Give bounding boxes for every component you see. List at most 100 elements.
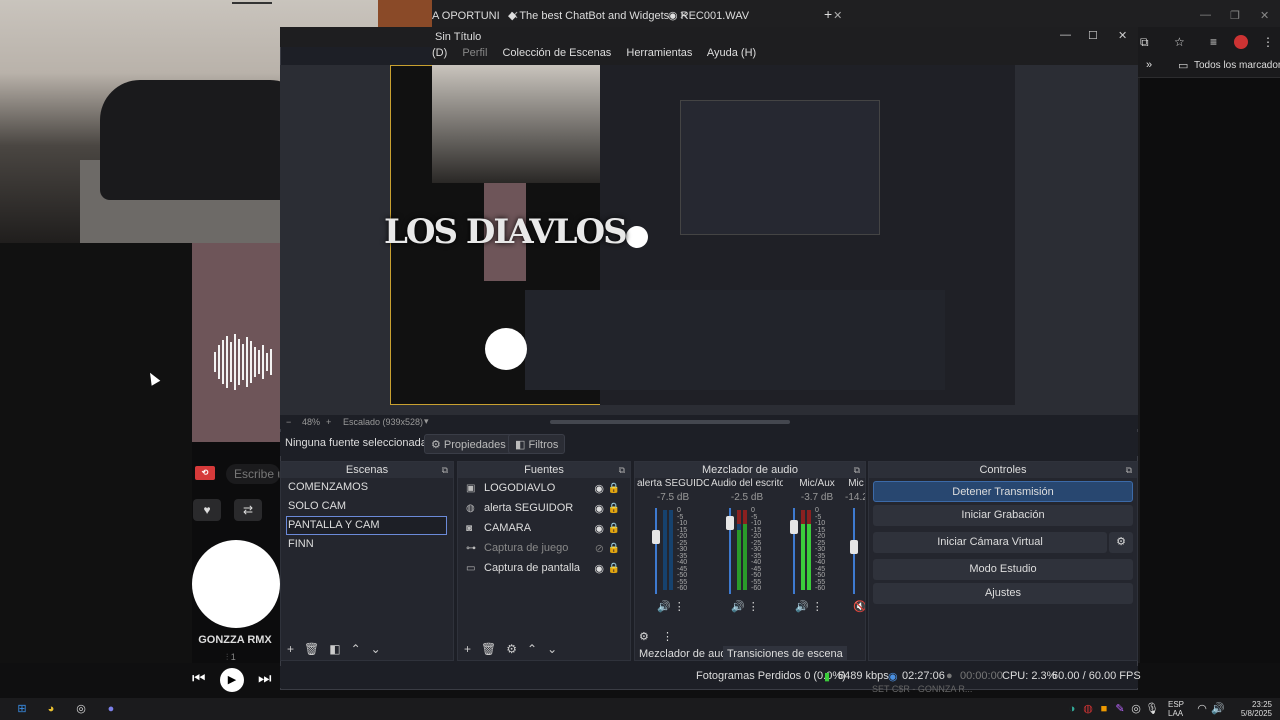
bookmark-star-icon[interactable]: ☆ xyxy=(1174,35,1185,49)
start-recording-button[interactable]: Iniciar Grabación xyxy=(873,505,1133,526)
new-tab-button[interactable]: + xyxy=(824,4,832,27)
kebab-menu-icon[interactable]: ⋮ xyxy=(812,601,823,613)
tab-oportuni[interactable]: A OPORTUNI ✕ xyxy=(432,4,519,27)
eye-icon[interactable]: ◉ xyxy=(594,502,604,515)
properties-button[interactable]: ⚙ Propiedades xyxy=(424,434,513,454)
zoom-out-icon[interactable]: − xyxy=(286,417,291,427)
trash-icon[interactable]: 🗑 xyxy=(304,642,319,656)
gear-icon[interactable]: ⚙ xyxy=(1109,532,1133,553)
next-icon[interactable]: ⏭ xyxy=(258,670,272,687)
menu-item-escenas[interactable]: Colección de Escenas xyxy=(502,47,611,59)
scene-item-selected[interactable]: PANTALLA Y CAM xyxy=(286,516,447,535)
chevron-up-icon[interactable]: ⌃ xyxy=(527,642,537,656)
add-icon[interactable]: + xyxy=(464,642,471,656)
chevron-down-icon[interactable]: ▾ xyxy=(424,416,429,427)
volume-icon[interactable]: 🔊 xyxy=(795,601,809,613)
lock-icon[interactable]: 🔒 xyxy=(608,483,620,494)
lock-icon[interactable]: 🔒 xyxy=(608,563,620,574)
chevron-up-icon[interactable]: ⌃ xyxy=(351,642,361,656)
fader-knob[interactable] xyxy=(726,516,734,530)
settings-button[interactable]: Ajustes xyxy=(873,583,1133,604)
volume-icon[interactable]: 🔊 xyxy=(731,601,745,613)
eye-icon[interactable]: ◉ xyxy=(594,522,604,535)
chevron-right-icon[interactable]: » xyxy=(1146,59,1152,71)
tray-icon[interactable]: ◎ xyxy=(1128,701,1144,717)
tray-icon[interactable]: ■ xyxy=(1096,701,1112,717)
tab-audio-mixer[interactable]: Mezclador de audio xyxy=(639,648,735,660)
repost-button[interactable]: ⇄ xyxy=(234,499,262,521)
source-item[interactable]: ▣ LOGODIAVLO ◉ 🔒 xyxy=(458,478,630,498)
extensions-icon[interactable]: ⧉ xyxy=(1140,35,1149,50)
clock[interactable]: 23:25 5/8/2025 xyxy=(1232,700,1272,718)
tray-icon[interactable]: ◍ xyxy=(1080,701,1096,717)
filter-icon[interactable]: ◧ xyxy=(329,642,340,656)
scene-item[interactable]: FINN xyxy=(281,535,453,554)
preview-scrollbar[interactable] xyxy=(550,420,790,424)
source-item[interactable]: ▭ Captura de pantalla ◉ 🔒 xyxy=(458,558,630,578)
add-icon[interactable]: + xyxy=(287,642,294,656)
eye-hidden-icon[interactable]: ⊘ xyxy=(595,542,604,555)
reading-list-icon[interactable]: ≡ xyxy=(1210,35,1217,49)
popout-icon[interactable]: ⧉ xyxy=(1126,462,1132,478)
lock-icon[interactable]: 🔒 xyxy=(608,523,620,534)
maximize-icon[interactable]: ☐ xyxy=(1088,29,1098,42)
kebab-menu-icon[interactable]: ⋮ xyxy=(748,601,759,613)
close-icon[interactable]: ✕ xyxy=(1118,29,1127,42)
chrome-icon[interactable]: ◕ xyxy=(43,701,59,717)
kebab-menu-icon[interactable]: ⋮ xyxy=(674,601,685,613)
menu-item-d[interactable]: (D) xyxy=(432,47,447,59)
tray-icon[interactable]: ✎ xyxy=(1112,701,1128,717)
close-icon[interactable]: ✕ xyxy=(833,10,842,22)
volume-icon[interactable]: 🔊 xyxy=(1210,701,1226,717)
menu-item-ayuda[interactable]: Ayuda (H) xyxy=(707,47,756,59)
fader-knob[interactable] xyxy=(850,540,858,554)
stop-streaming-button[interactable]: Detener Transmisión xyxy=(873,481,1133,502)
like-button[interactable]: ♥ xyxy=(193,499,221,521)
filters-button[interactable]: ◧ Filtros xyxy=(508,434,566,454)
minimize-icon[interactable]: — xyxy=(1060,29,1071,41)
profile-avatar[interactable] xyxy=(1234,35,1248,49)
zoom-in-icon[interactable]: + xyxy=(326,417,331,427)
chat-input[interactable]: Escribe u xyxy=(226,464,280,484)
gear-icon[interactable]: ⚙ xyxy=(639,631,649,643)
popout-icon[interactable]: ⧉ xyxy=(442,462,448,478)
eye-icon[interactable]: ◉ xyxy=(594,562,604,575)
chevron-down-icon[interactable]: ⌄ xyxy=(547,642,557,656)
tab-scene-transitions[interactable]: Transiciones de escena xyxy=(723,646,847,660)
windows-start-icon[interactable]: ⊞ xyxy=(14,701,30,717)
start-virtual-camera-button[interactable]: Iniciar Cámara Virtual xyxy=(873,532,1107,553)
source-item[interactable]: ⊶ Captura de juego ⊘ 🔒 xyxy=(458,538,630,558)
popout-icon[interactable]: ⧉ xyxy=(854,462,860,478)
app-icon[interactable]: ● xyxy=(103,701,119,717)
microphone-icon[interactable]: 🎙 xyxy=(1144,701,1160,717)
fader-knob[interactable] xyxy=(652,530,660,544)
wifi-icon[interactable]: ◠ xyxy=(1194,701,1210,717)
scene-item[interactable]: COMENZAMOS xyxy=(281,478,453,497)
play-button[interactable]: ▶ xyxy=(220,668,244,692)
minimize-icon[interactable]: — xyxy=(1200,4,1211,27)
lock-icon[interactable]: 🔒 xyxy=(608,543,620,554)
trash-icon[interactable]: 🗑 xyxy=(481,642,496,656)
eye-icon[interactable]: ◉ xyxy=(594,482,604,495)
source-item[interactable]: ◙ CAMARA ◉ 🔒 xyxy=(458,518,630,538)
kebab-menu-icon[interactable]: ⋮ xyxy=(662,631,673,643)
previous-icon[interactable]: ⏮ xyxy=(192,670,206,687)
tab-chatbot[interactable]: ◆ The best ChatBot and Widgets ✕ xyxy=(508,4,688,27)
chevron-down-icon[interactable]: ⌄ xyxy=(371,642,381,656)
all-bookmarks-link[interactable]: Todos los marcadores xyxy=(1194,60,1280,71)
tray-icon[interactable]: ◑ xyxy=(1064,701,1080,717)
volume-icon[interactable]: 🔊 xyxy=(657,601,671,613)
scene-item[interactable]: SOLO CAM xyxy=(281,497,453,516)
maximize-icon[interactable]: ❐ xyxy=(1230,4,1240,27)
gear-icon[interactable]: ⚙ xyxy=(506,642,517,656)
source-item[interactable]: ◍ alerta SEGUIDOR ◉ 🔒 xyxy=(458,498,630,518)
obs-icon[interactable]: ◎ xyxy=(73,701,89,717)
menu-item-herramientas[interactable]: Herramientas xyxy=(626,47,692,59)
lock-icon[interactable]: 🔒 xyxy=(608,503,620,514)
browser-close-icon[interactable]: ✕ xyxy=(1260,4,1269,27)
studio-mode-button[interactable]: Modo Estudio xyxy=(873,559,1133,580)
fader-knob[interactable] xyxy=(790,520,798,534)
popout-icon[interactable]: ⧉ xyxy=(619,462,625,478)
volume-slider[interactable] xyxy=(655,508,657,594)
menu-icon[interactable]: ⋮ xyxy=(1262,35,1274,49)
